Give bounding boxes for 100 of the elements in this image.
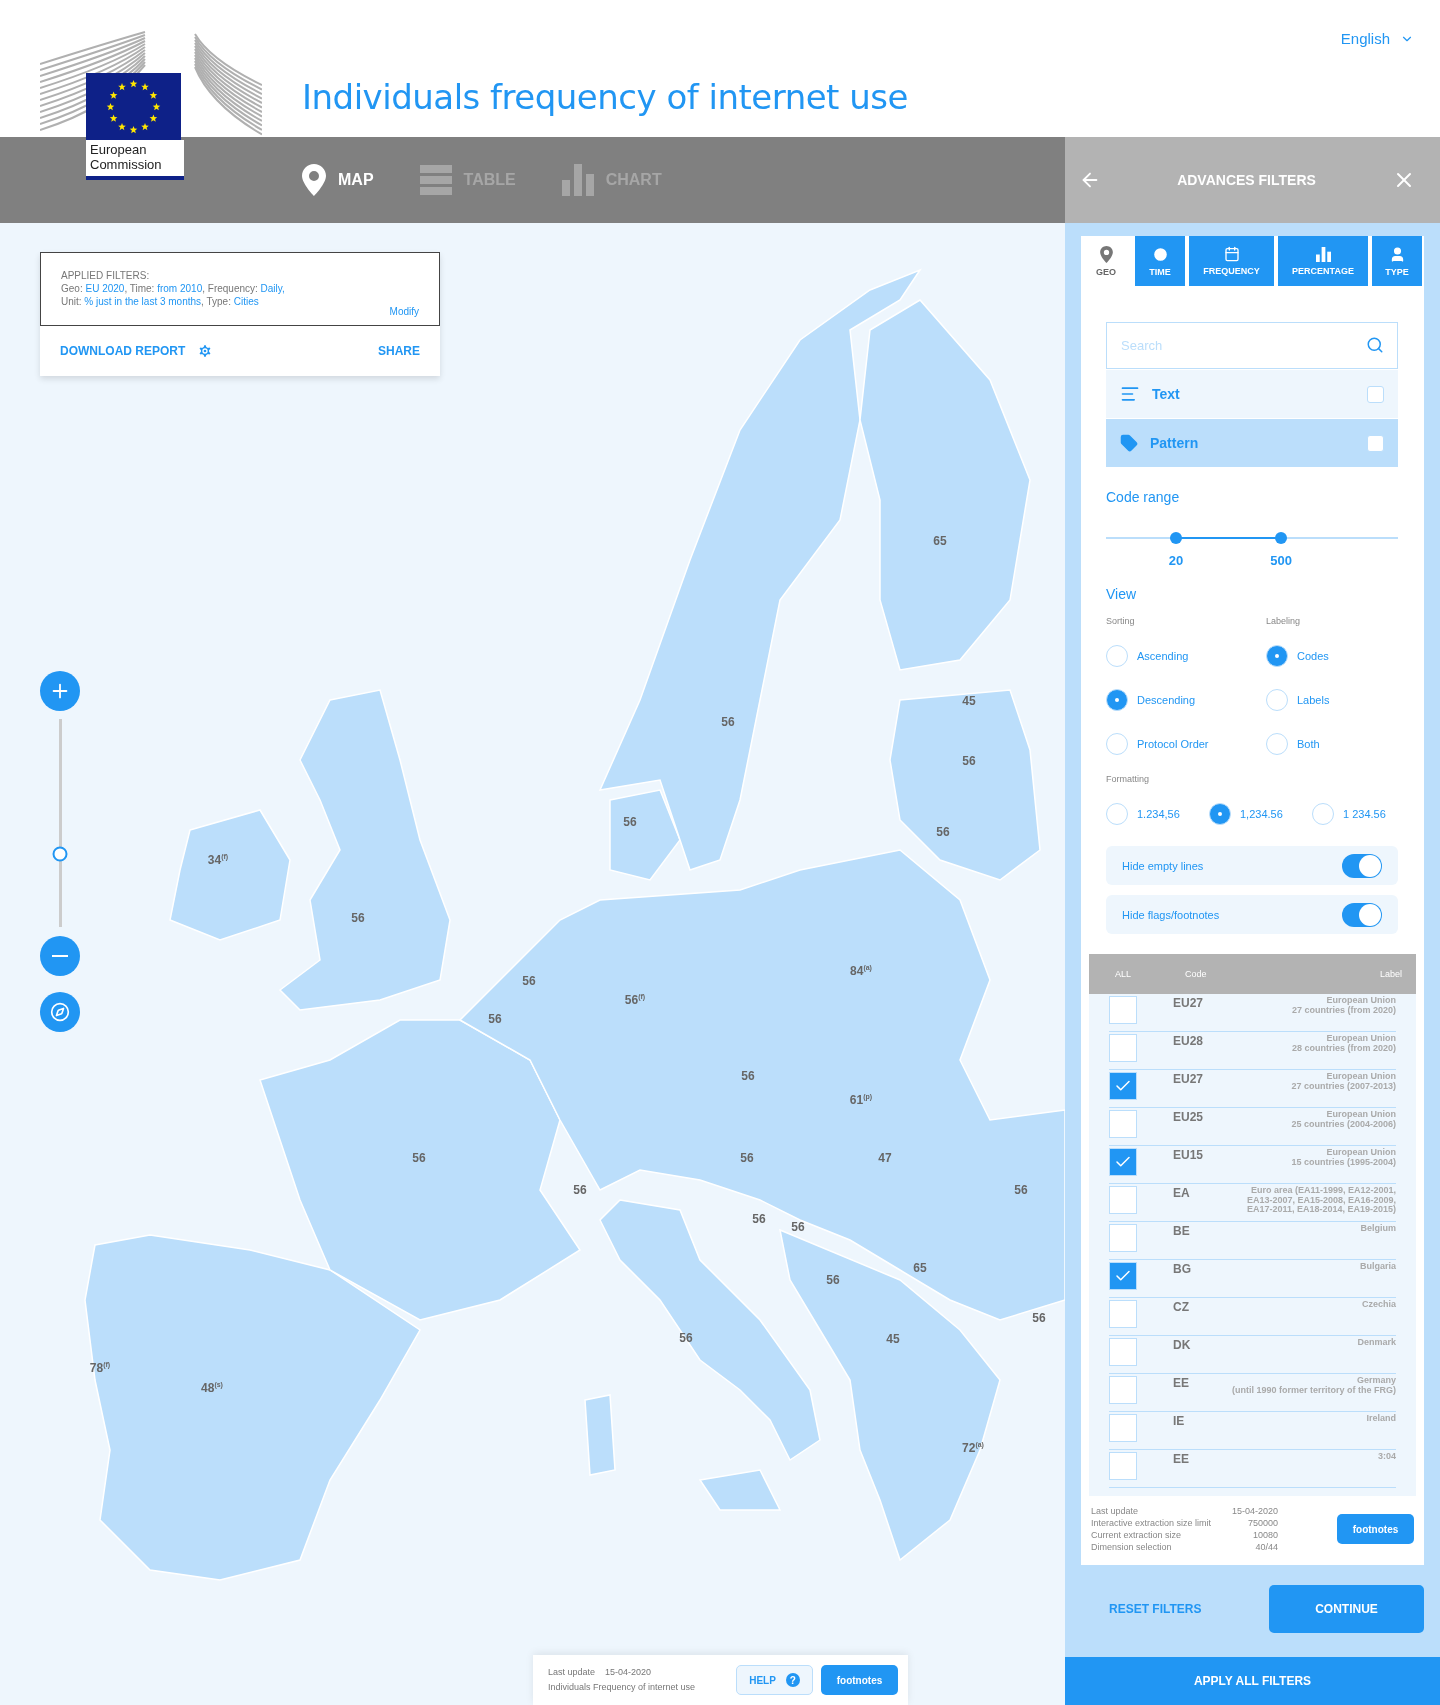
match-mode-row[interactable]: Text [1106,370,1398,418]
radio-option[interactable]: Labels [1266,678,1398,722]
checkbox[interactable] [1367,434,1384,452]
label-cell-text: Euro area (EA11-1999, EA12-2001, EA13-2007, EA15-2008, EA16-2009, EA17-2011, EA18-2014, EA19-2015) [1246,1186,1396,1216]
zoom-in-button[interactable] [40,671,80,711]
range-slider-thumb[interactable] [1275,532,1288,544]
radio-option[interactable]: 1,234.56 [1209,792,1312,836]
map-value-label: 72$^{(a)}$ [962,1441,984,1455]
range-min-value: 20 [1168,553,1184,568]
code-cell-text: EU28 [1173,1034,1205,1048]
radio-button[interactable] [1266,689,1288,711]
radio-button[interactable] [1106,733,1128,755]
row-checkbox[interactable] [1109,1414,1137,1442]
range-slider-thumb[interactable] [1170,532,1183,544]
compass-button[interactable] [40,992,80,1032]
row-checkbox[interactable] [1109,1376,1137,1404]
filter-tab[interactable]: TIME [1135,236,1185,286]
reset-filters-button[interactable]: RESET FILTERS [1109,1602,1202,1616]
row-checkbox[interactable] [1109,1034,1137,1062]
footnotes-button[interactable]: footnotes [821,1665,898,1695]
radio-option[interactable]: Ascending [1106,634,1266,678]
radio-button[interactable] [1106,803,1128,825]
last-update-text: Last update 15-04-2020 [548,1666,653,1679]
row-checkbox[interactable] [1109,1452,1137,1480]
download-report-button[interactable]: DOWNLOAD REPORT [60,344,186,358]
row-checkbox[interactable] [1109,996,1137,1024]
dataset-name: Individuals Frequency of internet use [548,1681,697,1694]
bar-chart-icon [561,164,594,196]
radio-button[interactable] [1106,645,1128,667]
filters-summary: Unit: % just in the last 3 months, Type: Cities [61,295,260,308]
label-cell-text: Czechia [1362,1300,1396,1311]
filter-value-link[interactable]: Daily, [260,283,285,294]
radio-option[interactable]: Both [1266,722,1398,766]
toggle-label: Hide empty lines [1122,859,1204,872]
map-pin-icon [1099,245,1113,263]
filter-tab[interactable]: TYPE [1372,236,1422,286]
row-checkbox[interactable] [1109,1262,1137,1290]
footnotes-button[interactable]: footnotes [1337,1514,1414,1544]
filter-value-link[interactable]: Cities [233,296,259,307]
map-value-label: 56 [740,1151,754,1165]
radio-button[interactable] [1106,689,1128,711]
view-tab[interactable]: MAP [302,164,374,196]
column-header: ALL [1115,969,1132,979]
info-label: Last update [1091,1505,1140,1517]
tag-icon [1120,434,1138,452]
zoom-out-button[interactable] [40,936,80,976]
compass-icon [50,1002,70,1022]
radio-option[interactable]: Codes [1266,634,1398,678]
map-value-label: 56 [752,1212,766,1226]
column-header: Label [1379,969,1402,979]
code-cell-text: EU25 [1173,1110,1205,1124]
help-button[interactable]: HELP ? [736,1665,813,1695]
row-checkbox[interactable] [1109,1110,1137,1138]
map-value-label: 56 [721,715,735,729]
row-checkbox[interactable] [1109,1300,1137,1328]
toggle-switch[interactable] [1342,853,1382,878]
map-canvas[interactable] [0,223,1065,1705]
row-checkbox[interactable] [1109,1148,1137,1176]
code-cell-text: BG [1173,1262,1192,1276]
radio-button[interactable] [1312,803,1334,825]
radio-option[interactable]: 1 234.56 [1312,792,1398,836]
row-checkbox[interactable] [1109,1072,1137,1100]
map-value-label: 56 [488,1012,502,1026]
radio-button[interactable] [1266,733,1288,755]
minus-icon [52,955,68,957]
row-checkbox[interactable] [1109,1224,1137,1252]
zoom-slider-thumb[interactable] [52,846,68,862]
info-value: 750000 [1246,1517,1278,1529]
map-value-label: 61$^{(p)}$ [849,1093,873,1107]
map-value-label: 47 [878,1151,892,1165]
match-mode-label: Text [1152,386,1181,402]
apply-all-filters-button[interactable]: APPLY ALL FILTERS [1065,1657,1440,1705]
toggle-label: Hide flags/footnotes [1122,908,1220,921]
logo-text: European Commission [86,140,184,180]
row-checkbox[interactable] [1109,1338,1137,1366]
group-caption: Formatting [1106,774,1150,784]
search-field[interactable]: Search [1106,322,1398,369]
lines-icon [1120,384,1140,404]
code-cell-text: DK [1173,1338,1192,1352]
share-button[interactable]: SHARE [378,344,420,358]
settings-icon[interactable] [197,343,214,359]
language-selector[interactable]: English [1338,28,1416,49]
radio-option[interactable]: Descending [1106,678,1266,722]
radio-button[interactable] [1209,803,1231,825]
filter-tab[interactable]: FREQUENCY [1189,236,1274,286]
filter-tab[interactable]: PERCENTAGE [1278,236,1368,286]
code-cell-text: BE [1173,1224,1191,1238]
toggle-switch[interactable] [1342,902,1382,927]
row-checkbox[interactable] [1109,1186,1137,1214]
radio-option[interactable]: Protocol Order [1106,722,1266,766]
radio-option[interactable]: 1.234,56 [1106,792,1209,836]
continue-button[interactable]: CONTINUE [1269,1585,1424,1633]
info-label: Interactive extraction size limit [1091,1517,1212,1529]
match-mode-row[interactable]: Pattern [1106,419,1398,467]
table-rows-icon [419,164,452,196]
checkbox[interactable] [1367,385,1384,403]
radio-button[interactable] [1266,645,1288,667]
modify-link[interactable]: Modify [389,306,419,317]
label-cell-text: 3:04 [1378,1452,1396,1463]
info-label: Current extraction size [1091,1529,1183,1541]
